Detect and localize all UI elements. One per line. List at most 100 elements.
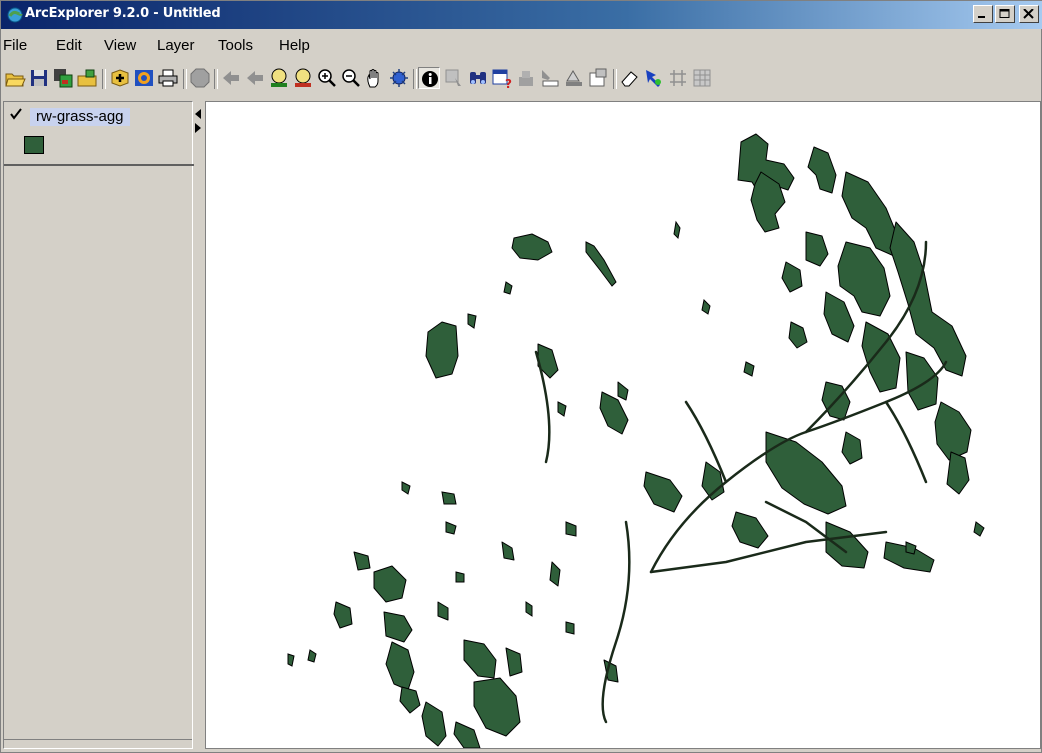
properties-icon	[589, 68, 607, 87]
land-fragment	[557, 401, 567, 417]
land-fragment	[565, 521, 577, 537]
menu-file[interactable]: File	[3, 37, 27, 54]
query-button[interactable]: ?	[491, 67, 513, 91]
pan-button[interactable]	[364, 67, 386, 89]
land-parcel	[731, 511, 769, 549]
menu-help[interactable]: Help	[279, 37, 310, 54]
measure-button[interactable]	[515, 67, 537, 89]
arcexplorer-logo-icon	[7, 7, 23, 23]
zoom-in-button[interactable]	[316, 67, 338, 89]
pan-icon	[367, 69, 379, 88]
land-parcel	[781, 261, 803, 293]
land-fragment	[287, 653, 295, 667]
hyperlink-button[interactable]	[643, 67, 665, 89]
zoom-out-button[interactable]	[340, 67, 362, 89]
zoom-out-icon	[342, 69, 360, 87]
land-parcel	[373, 565, 407, 603]
layer-entry[interactable]: rw-grass-agg	[4, 102, 194, 166]
full-extent-icon	[271, 68, 287, 87]
land-fragment	[455, 571, 465, 583]
label-button[interactable]	[539, 67, 561, 89]
table-button[interactable]	[691, 67, 713, 89]
stop-icon	[190, 68, 210, 88]
land-fragment	[445, 521, 457, 535]
land-fragment	[905, 541, 917, 555]
globe-icon	[390, 69, 408, 87]
layer-visibility-checkbox[interactable]	[10, 108, 22, 120]
previous-extent-icon	[223, 71, 239, 85]
collapse-arrow-left-icon[interactable]	[195, 109, 201, 119]
minimize-button[interactable]	[973, 5, 993, 23]
open-map-button[interactable]	[76, 67, 98, 89]
find-icon	[470, 72, 486, 84]
land-fragment	[973, 521, 985, 537]
land-parcel	[501, 541, 515, 561]
menu-layer[interactable]: Layer	[157, 37, 195, 54]
add-data-button[interactable]	[109, 67, 131, 89]
eraser-icon	[621, 71, 638, 87]
layer-extent-button[interactable]	[292, 67, 314, 89]
grid-button[interactable]	[667, 67, 689, 89]
expand-arrow-right-icon[interactable]	[195, 123, 201, 133]
next-extent-button[interactable]	[244, 67, 266, 89]
toolbar: ?	[1, 63, 1041, 97]
print-button[interactable]	[157, 67, 179, 89]
select-button[interactable]	[443, 67, 465, 89]
properties-button[interactable]	[587, 67, 609, 89]
find-button[interactable]	[467, 67, 489, 89]
land-fragment	[467, 313, 477, 329]
land-parcel	[825, 521, 869, 569]
land-parcel	[823, 291, 855, 343]
open-button[interactable]	[4, 67, 26, 89]
save-as-icon	[54, 69, 73, 88]
land-parcel	[437, 601, 449, 621]
globe-button[interactable]	[388, 67, 410, 89]
add-service-button[interactable]	[133, 67, 155, 89]
menu-view[interactable]: View	[104, 37, 136, 54]
open-folder-icon	[5, 73, 26, 87]
land-parcel	[889, 221, 967, 377]
land-parcel	[837, 241, 891, 317]
land-parcel	[353, 551, 371, 571]
stop-button[interactable]	[189, 67, 211, 89]
land-fragment	[565, 621, 575, 635]
layer-name[interactable]: rw-grass-agg	[30, 108, 130, 126]
land-parcel	[385, 641, 415, 691]
measure-icon	[519, 71, 533, 86]
land-parcel	[807, 146, 837, 194]
menu-tools[interactable]: Tools	[218, 37, 253, 54]
land-fragment	[673, 220, 681, 240]
close-button[interactable]	[1019, 5, 1039, 23]
label-icon	[542, 70, 559, 87]
land-parcel	[453, 721, 481, 748]
menu-edit[interactable]: Edit	[56, 37, 82, 54]
land-parcel	[473, 677, 521, 737]
land-fragment	[307, 649, 317, 663]
panel-splitter[interactable]	[193, 101, 205, 749]
graphics-button[interactable]	[563, 67, 585, 89]
land-parcel	[421, 701, 447, 747]
identify-button[interactable]	[418, 67, 440, 89]
layer-extent-icon	[295, 68, 311, 87]
grid-icon	[670, 70, 686, 86]
save-as-button[interactable]	[52, 67, 74, 89]
maximize-icon	[999, 9, 1010, 18]
save-button[interactable]	[28, 67, 50, 89]
land-fragment	[441, 491, 457, 505]
maximize-button[interactable]	[995, 5, 1015, 23]
land-parcel	[643, 471, 683, 513]
previous-extent-button[interactable]	[220, 67, 242, 89]
land-parcel	[905, 351, 939, 411]
full-extent-button[interactable]	[268, 67, 290, 89]
land-parcel	[946, 451, 970, 495]
eraser-button[interactable]	[619, 67, 641, 89]
title-bar[interactable]: ArcExplorer 9.2.0 - Untitled	[1, 1, 1042, 29]
zoom-in-icon	[318, 69, 336, 87]
hyperlink-icon	[646, 70, 661, 87]
map-canvas[interactable]	[206, 102, 1041, 749]
close-icon	[1023, 9, 1034, 19]
table-of-contents-panel: rw-grass-agg	[3, 101, 194, 749]
map-view[interactable]	[205, 101, 1041, 749]
land-parcel	[617, 381, 629, 401]
river-line	[601, 520, 631, 724]
